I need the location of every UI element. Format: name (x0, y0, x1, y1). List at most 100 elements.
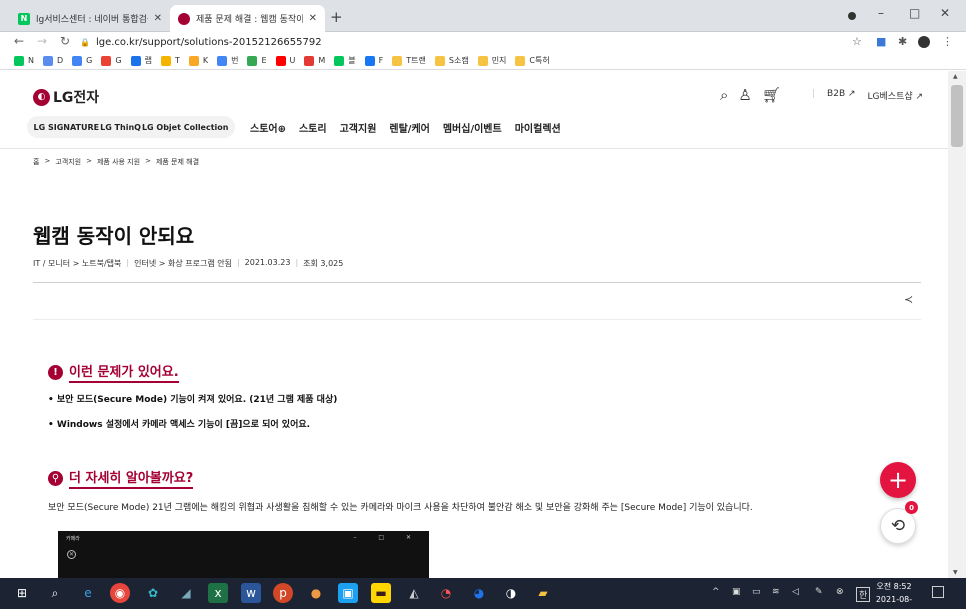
bookmark-icon (217, 55, 228, 66)
forward-icon[interactable]: → (37, 34, 47, 48)
bookmark-label: G (86, 56, 93, 65)
star-icon[interactable]: ☆ (852, 35, 862, 48)
url-field[interactable]: 🔒 lge.co.kr/support/solutions-2015212665… (80, 34, 840, 51)
search-icon[interactable]: ⌕ (720, 86, 728, 104)
address-bar: ← → ↻ 🔒 lge.co.kr/support/solutions-2015… (0, 32, 966, 52)
close-window-icon[interactable]: ✕ (940, 6, 950, 20)
app-icon[interactable]: ◑ (501, 583, 521, 603)
tray-app-icon[interactable]: ▣ (732, 587, 741, 597)
nav-story[interactable]: 스토리 (299, 120, 327, 135)
divider: | (126, 258, 130, 267)
search-icon[interactable]: ⌕ (45, 583, 65, 603)
app-icon[interactable]: ◢ (176, 583, 196, 603)
close-icon[interactable]: ✕ (154, 13, 162, 24)
notification-icon[interactable] (932, 586, 944, 598)
bookmark-item[interactable]: F (364, 55, 383, 66)
bookmark-item[interactable]: 민지 (477, 55, 507, 66)
bookmark-item[interactable]: U (275, 55, 295, 66)
bookmark-item[interactable]: T트랜 (392, 55, 426, 66)
app-icon[interactable]: ◕ (469, 583, 489, 603)
scrollbar-thumb[interactable] (951, 85, 963, 147)
magnifier-icon: ⚲ (48, 470, 63, 486)
user-icon[interactable]: ♙ (738, 86, 751, 104)
windows-start-icon[interactable]: ⊞ (12, 583, 32, 603)
bestshop-link[interactable]: LG베스트샵 ↗ (868, 89, 924, 102)
minimize-icon[interactable]: – (878, 6, 884, 20)
excel-icon[interactable]: x (208, 583, 228, 603)
avatar[interactable] (918, 36, 930, 48)
app-icon[interactable]: ◔ (436, 583, 456, 603)
edge-icon[interactable]: e (78, 583, 98, 603)
battery-icon[interactable]: ▭ (752, 587, 761, 597)
b2b-link[interactable]: B2B ↗ (827, 89, 855, 102)
scroll-down-icon[interactable]: ▼ (953, 569, 958, 576)
wifi-icon[interactable]: ≋ (772, 587, 780, 597)
breadcrumb-home[interactable]: 홈 (33, 157, 39, 167)
bookmark-item[interactable]: T (160, 55, 180, 66)
bookmark-item[interactable]: K (188, 55, 208, 66)
lg-logo[interactable]: ◐ LG전자 (33, 87, 99, 107)
powerpoint-icon[interactable]: p (273, 583, 293, 603)
bookmark-label: 번 (231, 56, 239, 65)
bookmark-item[interactable]: M (304, 55, 325, 66)
bookmark-icon (72, 55, 83, 66)
bookmark-icon (275, 55, 286, 66)
bookmark-item[interactable]: S소캠 (434, 55, 469, 66)
nav-support[interactable]: 고객지원 (340, 120, 377, 135)
ime-indicator[interactable]: 한 (856, 587, 871, 602)
app-icon[interactable]: ✿ (143, 583, 163, 603)
bookmark-icon (434, 55, 445, 66)
new-tab-icon[interactable]: + (330, 8, 343, 26)
bookmark-item[interactable]: D (42, 55, 63, 66)
bookmark-item[interactable]: G (101, 55, 122, 66)
nav-mycollection[interactable]: 마이컬렉션 (515, 120, 561, 135)
bookmark-label: 민지 (491, 56, 507, 65)
profile-dot-icon[interactable] (848, 12, 856, 20)
app-icon[interactable]: ▣ (338, 583, 358, 603)
tab-naver[interactable]: N lg서비스센터 : 네이버 통합검색 ✕ (10, 5, 170, 32)
bookmark-item[interactable]: E (247, 55, 267, 66)
quick-menu-button[interactable]: + (880, 462, 916, 498)
word-icon[interactable]: w (241, 583, 261, 603)
blocked-icon: ✕ (67, 550, 76, 559)
tab-title: lg서비스센터 : 네이버 통합검색 (36, 15, 148, 25)
bookmark-item[interactable]: N (14, 55, 34, 66)
share-icon[interactable]: ≺ (904, 293, 913, 306)
scroll-up-icon[interactable]: ▲ (953, 73, 958, 80)
translate-icon[interactable]: ■ (876, 35, 886, 48)
pen-icon[interactable]: ✎ (815, 587, 823, 597)
nav-store[interactable]: 스토어⊕ (250, 120, 286, 135)
chrome-icon[interactable]: ◉ (110, 583, 130, 603)
bookmark-item[interactable]: G (72, 55, 93, 66)
breadcrumb-product-support[interactable]: 제품 사용 지원 (97, 157, 140, 167)
header-links: | B2B ↗ LG베스트샵 ↗ (812, 89, 923, 102)
nav-rental[interactable]: 렌탈/케어 (389, 120, 429, 135)
tray-app-icon[interactable]: ⊗ (836, 587, 844, 597)
bookmark-item[interactable]: 블 (334, 55, 356, 66)
maximize-icon[interactable]: □ (909, 6, 920, 20)
app-icon[interactable]: ◭ (404, 583, 424, 603)
file-explorer-icon[interactable]: ▰ (533, 583, 553, 603)
extensions-icon[interactable]: ✱ (898, 35, 907, 48)
back-icon[interactable]: ← (14, 34, 24, 48)
tab-lg-support[interactable]: 제품 문제 해결 : 웹캠 동작이 안 ✕ (170, 5, 325, 32)
reload-icon[interactable]: ↻ (60, 34, 70, 48)
brand-signature[interactable]: LG SIGNATURE (34, 123, 100, 132)
cart-icon[interactable]: 🛒︎ (762, 86, 781, 104)
close-icon[interactable]: ✕ (309, 13, 317, 24)
breadcrumb-support[interactable]: 고객지원 (55, 157, 81, 167)
menu-icon[interactable]: ⋮ (942, 35, 953, 48)
bookmark-item[interactable]: 랩 (130, 55, 152, 66)
kakaotalk-icon[interactable]: ▬ (371, 583, 391, 603)
page-scrollbar[interactable]: ▲ ▼ (948, 71, 966, 578)
bookmark-item[interactable]: 번 (217, 55, 238, 66)
tray-chevron-icon[interactable]: ^ (712, 587, 720, 597)
brand-thinq[interactable]: LG ThinQ (100, 123, 141, 132)
nav-membership[interactable]: 멤버십/이벤트 (443, 120, 502, 135)
breadcrumb-troubleshoot[interactable]: 제품 문제 해결 (156, 157, 199, 167)
bookmark-item[interactable]: C특허 (515, 55, 550, 66)
clock[interactable]: 오전 8:52 2021-08-10 (872, 580, 916, 609)
app-icon[interactable]: ● (306, 583, 326, 603)
brand-objet[interactable]: LG Objet Collection (142, 123, 229, 132)
volume-icon[interactable]: ◁ (792, 587, 799, 597)
